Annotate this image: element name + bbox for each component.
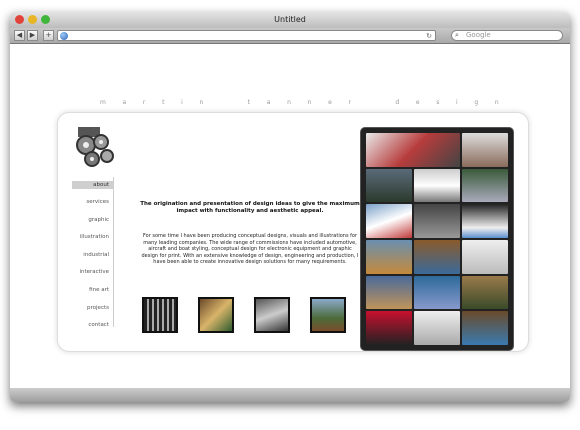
menu-item-industrial[interactable]: industrial	[72, 247, 113, 265]
banner-letter: r	[142, 99, 147, 106]
reload-icon[interactable]: ↻	[426, 31, 432, 41]
menu-item-illustration[interactable]: illustration	[72, 229, 113, 247]
gallery-image[interactable]	[414, 204, 460, 238]
globe-icon	[60, 32, 68, 40]
close-window-button[interactable]	[15, 15, 24, 24]
banner-letter: n	[307, 99, 313, 106]
add-bookmark-button[interactable]: +	[43, 30, 54, 41]
plus-icon: +	[45, 31, 52, 39]
banner-letter: n	[494, 99, 500, 106]
banner-letter: t	[247, 99, 252, 106]
banner-letter: e	[328, 99, 333, 106]
banner-letter: n	[199, 99, 205, 106]
address-bar[interactable]: ↻	[57, 30, 436, 41]
menu-item-interactive[interactable]: interactive	[72, 264, 113, 282]
gallery-image[interactable]	[462, 240, 508, 274]
gallery-image[interactable]	[366, 133, 460, 167]
banner-letter: a	[122, 99, 128, 106]
back-arrow-icon: ◀	[16, 31, 23, 39]
window-bottom-bar	[10, 388, 570, 402]
thumbnail-car[interactable]	[254, 297, 290, 333]
banner-letter: m	[100, 99, 107, 106]
gallery-image[interactable]	[462, 275, 508, 310]
thumbnail-house[interactable]	[310, 297, 346, 333]
search-placeholder: Google	[466, 31, 491, 39]
gallery-image[interactable]	[462, 133, 508, 167]
banner-letter: i	[456, 99, 459, 106]
menu-item-contact[interactable]: contact	[72, 317, 113, 335]
window-title: Untitled	[274, 15, 306, 24]
page-content: m a r t i n t a n n e r d e s i g n abou…	[10, 44, 570, 388]
gallery-image[interactable]	[462, 311, 508, 345]
banner-letter: s	[436, 99, 441, 106]
tagline: The origination and presentation of desi…	[140, 201, 360, 214]
search-icon: ⌕	[455, 31, 459, 39]
search-field[interactable]: ⌕ Google	[451, 30, 563, 41]
thumbnail-industrial[interactable]	[142, 297, 178, 333]
back-button[interactable]: ◀	[14, 30, 25, 41]
banner-letter: e	[415, 99, 421, 106]
title-bar: Untitled	[10, 12, 570, 28]
description: For some time I have been producing conc…	[141, 233, 359, 265]
menu-item-services[interactable]: services	[72, 194, 113, 212]
forward-arrow-icon: ▶	[29, 31, 36, 39]
banner-letter: g	[474, 99, 480, 106]
menu-item-graphic[interactable]: graphic	[72, 212, 113, 230]
toolbar: ◀ ▶ + ↻ ⌕ Google	[10, 28, 570, 44]
browser-window: Untitled ◀ ▶ + ↻ ⌕ Google m a r t i n t …	[10, 12, 570, 402]
menu-item-about[interactable]: about	[72, 181, 113, 189]
banner-letter: r	[348, 99, 352, 106]
zoom-window-button[interactable]	[41, 15, 50, 24]
forward-button[interactable]: ▶	[27, 30, 38, 41]
site-banner: m a r t i n t a n n e r d e s i g n	[100, 99, 500, 106]
gallery-image[interactable]	[414, 240, 460, 274]
site-panel: about services graphic illustration indu…	[57, 112, 529, 352]
gallery-image[interactable]	[366, 168, 412, 203]
gallery-image[interactable]	[414, 168, 460, 203]
gallery-image[interactable]	[414, 311, 460, 345]
nav-menu: about services graphic illustration indu…	[72, 177, 114, 328]
gallery-image[interactable]	[414, 275, 460, 310]
gallery-image[interactable]	[366, 240, 412, 274]
banner-letter: d	[395, 99, 401, 106]
gallery-image[interactable]	[366, 275, 412, 310]
banner-letter: n	[287, 99, 292, 106]
gallery-image[interactable]	[462, 168, 508, 203]
gallery-image[interactable]	[462, 204, 508, 238]
banner-letter: i	[181, 99, 184, 106]
banner-letter: a	[266, 99, 272, 106]
minimize-window-button[interactable]	[28, 15, 37, 24]
gallery-image[interactable]	[366, 311, 412, 345]
banner-letter: t	[162, 99, 166, 106]
image-gallery	[360, 127, 514, 351]
gears-logo-icon	[76, 127, 114, 167]
menu-item-fine-art[interactable]: fine art	[72, 282, 113, 300]
gallery-image[interactable]	[366, 204, 412, 238]
menu-item-projects[interactable]: projects	[72, 300, 113, 318]
thumbnail-graphic[interactable]	[198, 297, 234, 333]
